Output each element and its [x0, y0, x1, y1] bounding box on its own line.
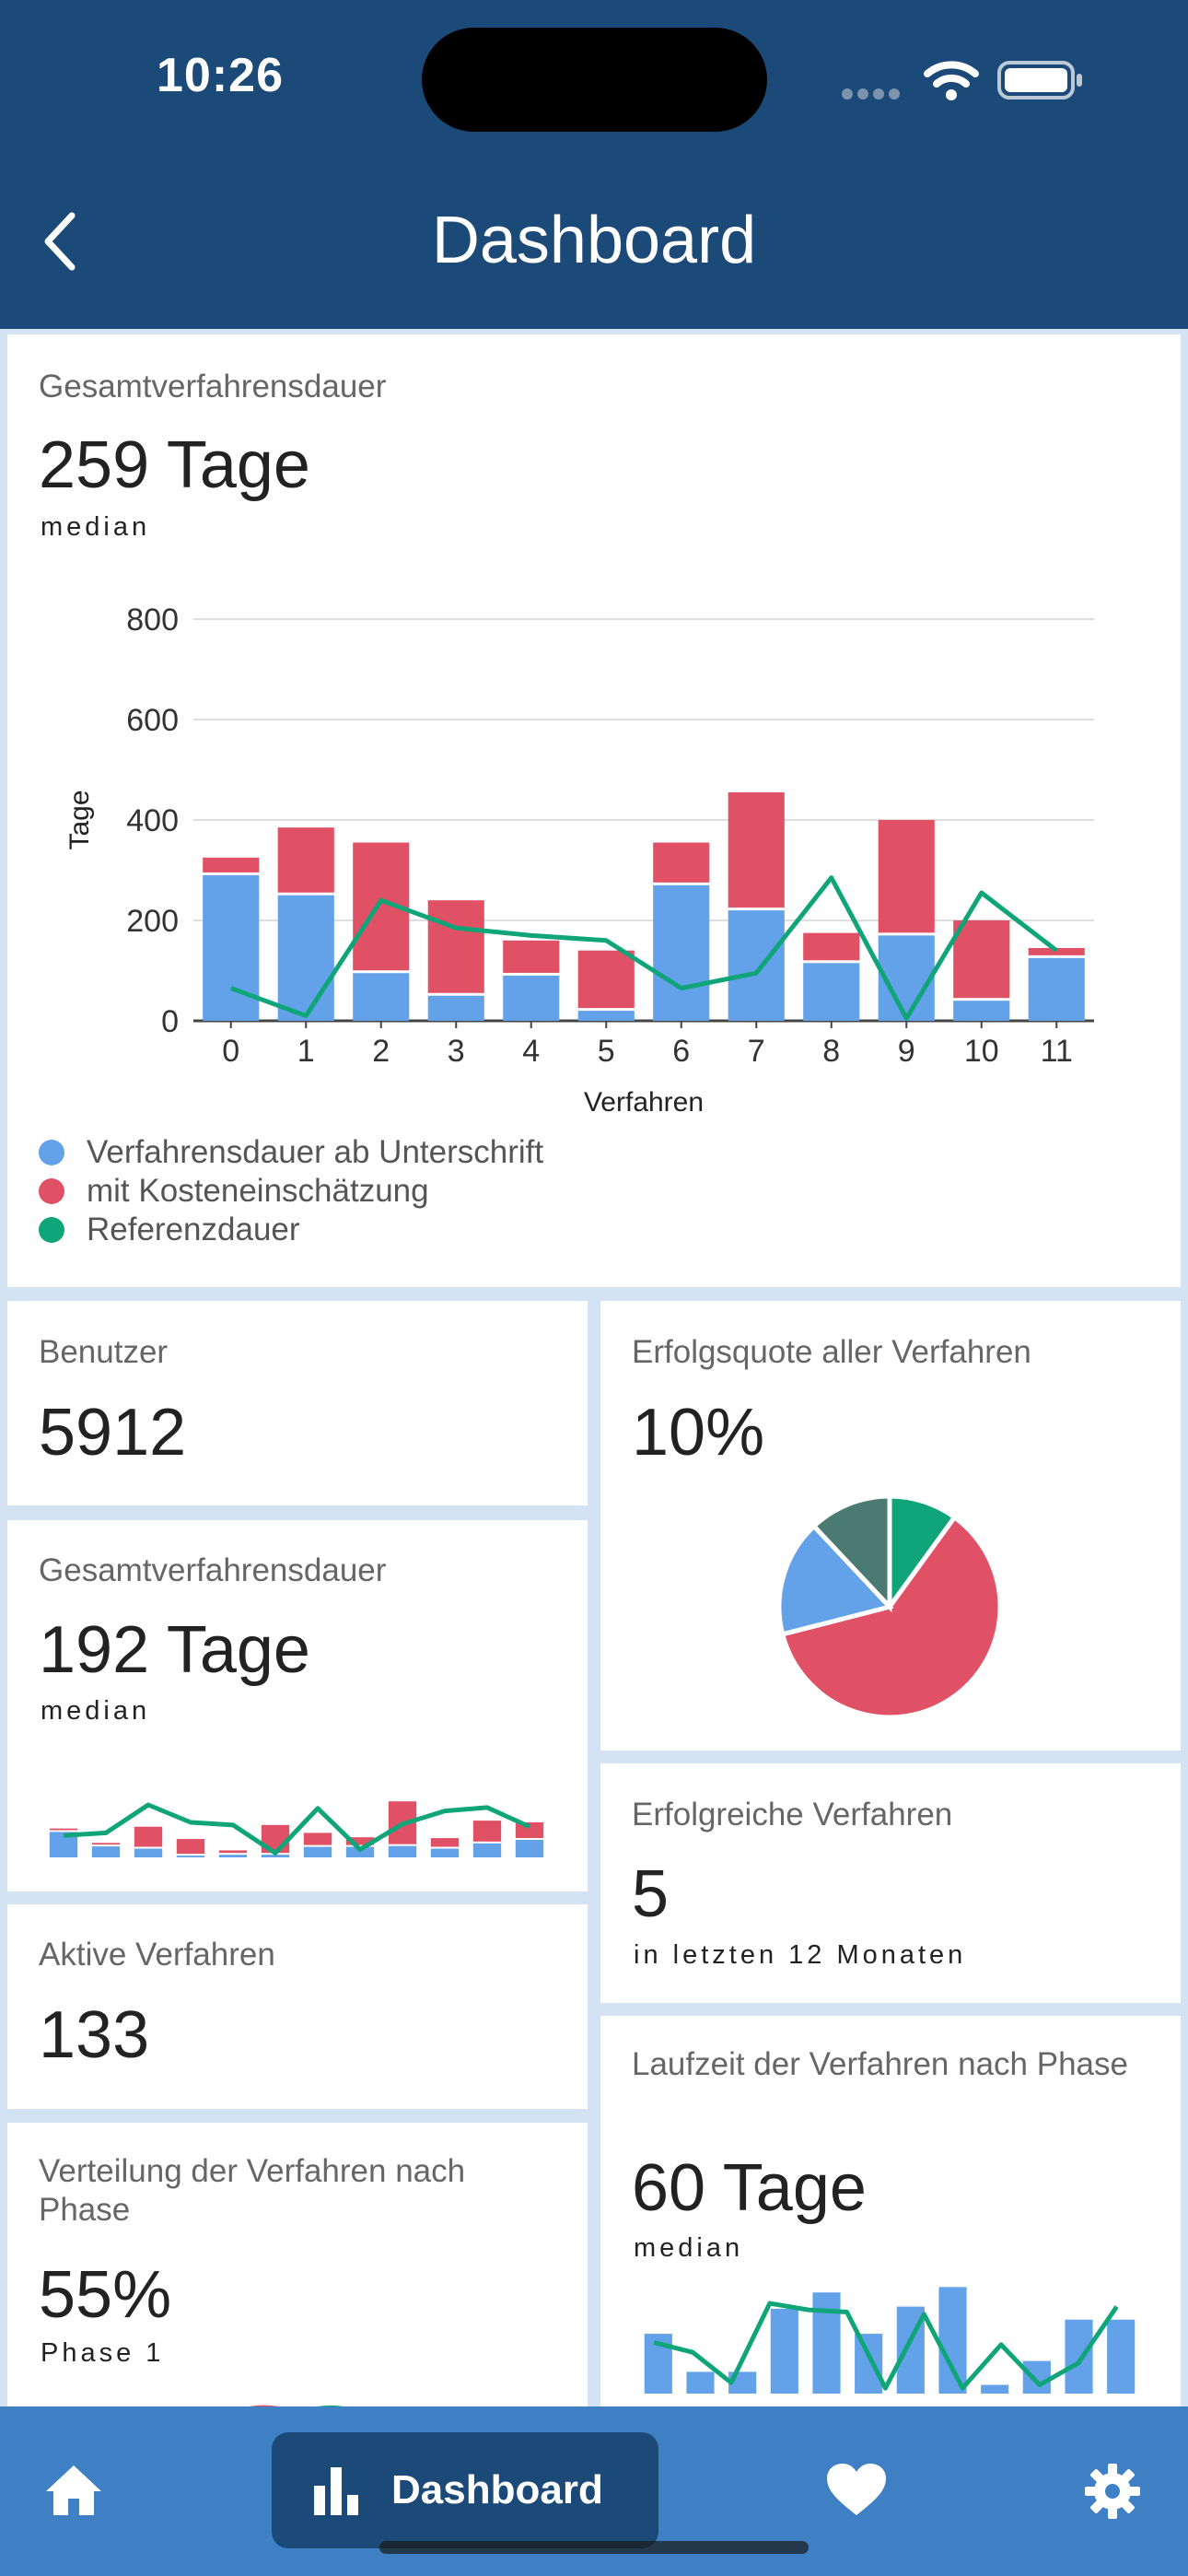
card-title: Aktive Verfahren — [39, 1937, 275, 1973]
bar-chart-icon — [314, 2467, 358, 2515]
x-tick-label: 5 — [598, 1034, 615, 1069]
home-indicator — [379, 2541, 809, 2554]
gear-icon[interactable] — [1083, 2462, 1142, 2521]
x-tick-label: 6 — [672, 1034, 690, 1069]
success-pie-chart — [776, 1493, 1003, 1720]
bar-kosteneinschaetzung — [277, 827, 334, 893]
x-tick-label: 8 — [822, 1034, 840, 1069]
card-title: Erfolgsquote aller Verfahren — [632, 1334, 1031, 1370]
card-value: 60 Tage — [632, 2151, 867, 2225]
card-subtitle: in letzten 12 Monaten — [634, 1940, 967, 1970]
stacked-bar-chart: 0 200 400 600 800 0 1 2 3 4 5 6 7 8 9 10 11 Verfahren Tage — [64, 603, 1094, 1118]
card-value: 55% — [39, 2258, 172, 2332]
legend-label: Referenzdauer — [87, 1212, 300, 1247]
bar-kosteneinschaetzung — [953, 920, 1010, 999]
card-value: 133 — [39, 1998, 150, 2072]
bar-verfahrensdauer — [203, 874, 260, 1021]
card-subtitle: median — [41, 1696, 151, 1726]
x-tick-label: 0 — [222, 1034, 239, 1069]
card-title: Erfolgreiche Verfahren — [632, 1797, 953, 1832]
legend-item: Verfahrensdauer ab Unterschrift — [39, 1133, 543, 1172]
chart-legend: Verfahrensdauer ab Unterschrift mit Kost… — [39, 1133, 543, 1249]
home-icon[interactable] — [42, 2462, 105, 2519]
heart-icon[interactable] — [825, 2462, 888, 2517]
y-tick-label: 400 — [126, 803, 179, 838]
x-tick-label: 7 — [748, 1034, 765, 1069]
bar-verfahrensdauer — [277, 895, 334, 1021]
y-tick-label: 600 — [126, 703, 179, 738]
tab-dashboard[interactable]: Dashboard — [272, 2432, 658, 2548]
y-tick-label: 200 — [126, 904, 179, 939]
bar-verfahrensdauer — [353, 973, 410, 1021]
card-value: 192 Tage — [39, 1613, 310, 1687]
x-tick-label: 9 — [898, 1034, 915, 1069]
y-tick-label: 800 — [126, 603, 179, 638]
card-value: 10% — [632, 1396, 765, 1469]
bar-verfahrensdauer — [953, 1001, 1010, 1021]
x-tick-label: 4 — [522, 1034, 540, 1069]
x-axis-label: Verfahren — [584, 1087, 704, 1118]
bar-verfahrensdauer — [653, 884, 710, 1021]
legend-item: mit Kosteneinschätzung — [39, 1172, 543, 1211]
card-title: Benutzer — [39, 1334, 169, 1370]
bar-kosteneinschaetzung — [427, 900, 484, 993]
card-title: Verteilung der Verfahren nach Phase — [39, 2153, 466, 2228]
bar-kosteneinschaetzung — [577, 950, 635, 1009]
card-subtitle: Phase 1 — [41, 2338, 165, 2368]
card-value: 5912 — [39, 1396, 187, 1469]
x-tick-label: 2 — [372, 1034, 390, 1069]
bar-verfahrensdauer — [503, 975, 560, 1021]
legend-label: mit Kosteneinschätzung — [87, 1173, 429, 1209]
card-subtitle: median — [634, 2233, 744, 2263]
bar-verfahrensdauer — [427, 995, 484, 1021]
bar-kosteneinschaetzung — [878, 820, 935, 933]
legend-item: Referenzdauer — [39, 1211, 543, 1249]
card-title: Gesamtverfahrensdauer — [39, 1552, 387, 1588]
tab-dashboard-label: Dashboard — [391, 2467, 603, 2512]
bar-verfahrensdauer — [1028, 957, 1085, 1021]
bar-verfahrensdauer — [728, 910, 785, 1021]
card-title: Laufzeit der Verfahren nach Phase — [632, 2046, 1128, 2082]
bar-kosteneinschaetzung — [653, 842, 710, 883]
x-tick-label: 3 — [448, 1034, 465, 1069]
x-tick-label: 1 — [297, 1034, 315, 1069]
x-tick-label: 11 — [1041, 1034, 1073, 1069]
bar-kosteneinschaetzung — [803, 932, 860, 961]
bar-kosteneinschaetzung — [203, 857, 260, 872]
x-tick-label: 10 — [964, 1034, 999, 1069]
card-value: 5 — [632, 1857, 670, 1931]
bar-verfahrensdauer — [577, 1011, 635, 1021]
bar-kosteneinschaetzung — [503, 940, 560, 973]
bar-verfahrensdauer — [803, 963, 860, 1021]
legend-label: Verfahrensdauer ab Unterschrift — [87, 1134, 544, 1170]
y-tick-label: 0 — [161, 1004, 179, 1039]
bar-kosteneinschaetzung — [728, 792, 785, 908]
y-axis-label: Tage — [64, 790, 95, 849]
